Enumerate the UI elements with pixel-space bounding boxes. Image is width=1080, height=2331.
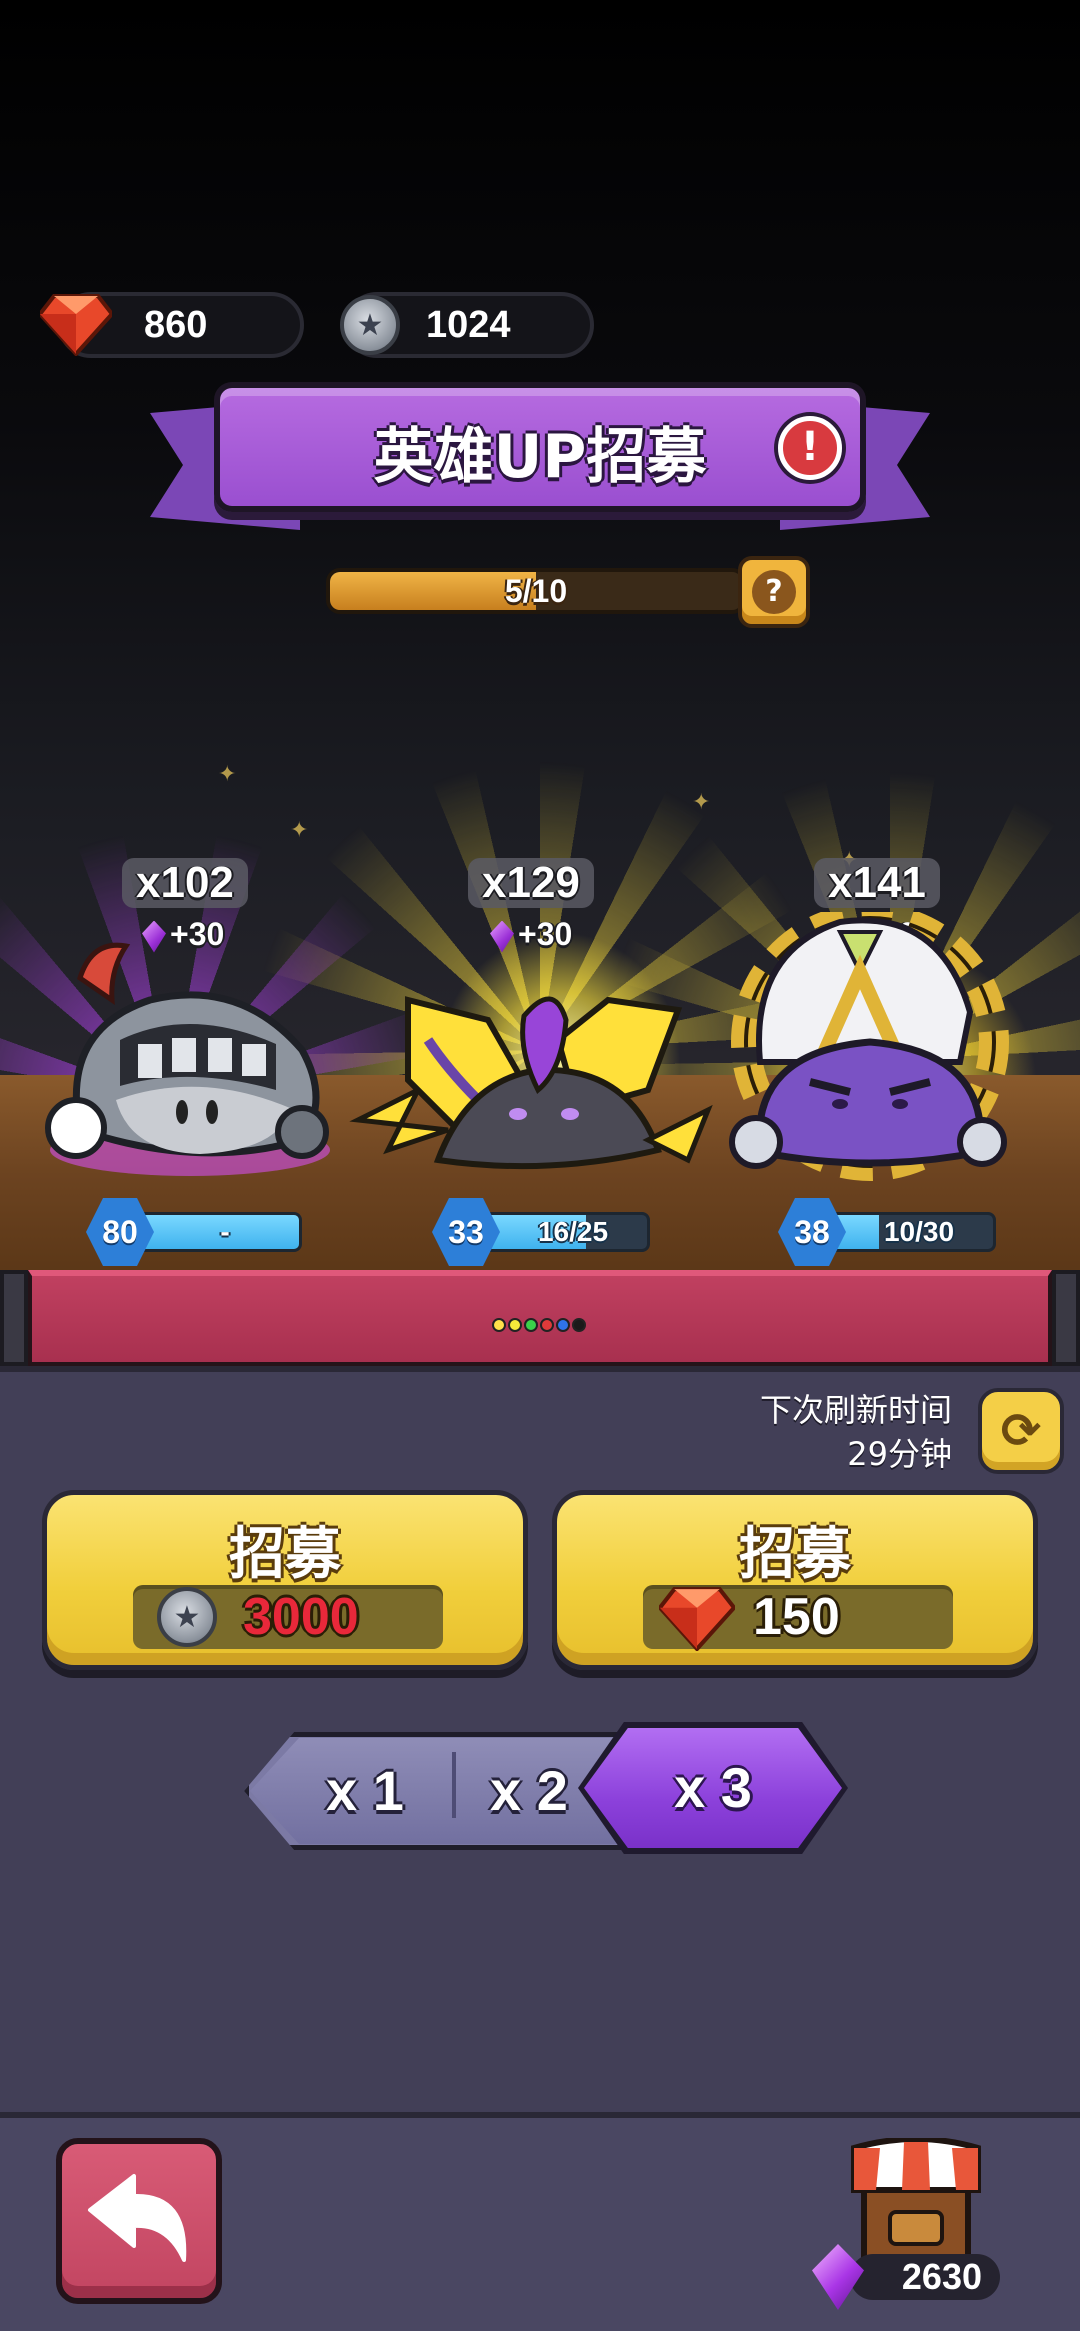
sparkle-icon: ✦ [218, 762, 237, 787]
hero-count: x129 [468, 858, 594, 908]
hero-progress: - [220, 1216, 230, 1247]
page-dot [540, 1318, 554, 1332]
multiplier-x2[interactable]: x 2 [490, 1738, 568, 1844]
multiplier-x1[interactable]: x 1 [326, 1738, 404, 1844]
refresh-button[interactable]: ⟳ [978, 1388, 1064, 1474]
red-gem-icon [40, 294, 112, 356]
hero-progress: 16/25 [537, 1216, 609, 1247]
alert-icon[interactable]: ! [778, 416, 842, 480]
recruit-title: 招募 [229, 1522, 341, 1587]
refresh-icon: ⟳ [1000, 1403, 1042, 1459]
coin-icon: ★ [157, 1587, 217, 1647]
question-icon: ? [752, 570, 796, 614]
red-gem-icon [659, 1587, 735, 1651]
sparkle-icon: ✦ [692, 790, 711, 815]
page-dot [556, 1318, 570, 1332]
recruit-price: 3000 [243, 1588, 359, 1646]
page-dot [572, 1318, 586, 1332]
recruit-gem-button[interactable]: 招募 150 [552, 1490, 1038, 1670]
coin-count: 1024 [426, 304, 511, 346]
shop-currency-count: 2630 [850, 2254, 1000, 2300]
price-box: ★ 3000 [133, 1585, 443, 1649]
page-indicator [492, 1318, 586, 1332]
refresh-info: 下次刷新时间 29分钟 [760, 1388, 952, 1476]
price-box: 150 [643, 1585, 953, 1651]
hero-count: x141 [814, 858, 940, 908]
back-button[interactable] [56, 2138, 222, 2304]
recruit-coin-button[interactable]: 招募 ★ 3000 [42, 1490, 528, 1670]
platform-side [0, 1270, 28, 1366]
back-arrow-icon [88, 2174, 187, 2262]
page-dot [492, 1318, 506, 1332]
recruit-title: 招募 [739, 1522, 851, 1587]
banner-title-plate: 英雄UP招募 ! [214, 382, 866, 512]
page-dot [508, 1318, 522, 1332]
page-title: 英雄UP招募 [373, 422, 707, 492]
refresh-label: 下次刷新时间 [759, 1391, 952, 1429]
refresh-time: 29分钟 [847, 1435, 952, 1473]
hero-count: x102 [122, 858, 248, 908]
knight-hero-icon[interactable] [40, 940, 350, 1180]
page-dot [524, 1318, 538, 1332]
priest-hero-icon[interactable] [690, 912, 1050, 1182]
multiplier-x3[interactable]: x 3 [584, 1728, 842, 1848]
sparkle-icon: ✦ [290, 818, 309, 843]
hero-progress: 10/30 [883, 1216, 955, 1247]
recruit-price: 150 [753, 1588, 840, 1646]
gem-count: 860 [144, 304, 208, 346]
hero-bonus: +30 [490, 916, 572, 953]
progress-label: 5/10 [504, 573, 568, 609]
divider [452, 1752, 456, 1818]
coin-icon: ★ [340, 295, 400, 355]
purple-gem-icon [490, 920, 514, 953]
beast-hero-icon[interactable] [348, 980, 718, 1180]
help-button[interactable]: ? [738, 556, 810, 628]
platform-side [1052, 1270, 1080, 1366]
